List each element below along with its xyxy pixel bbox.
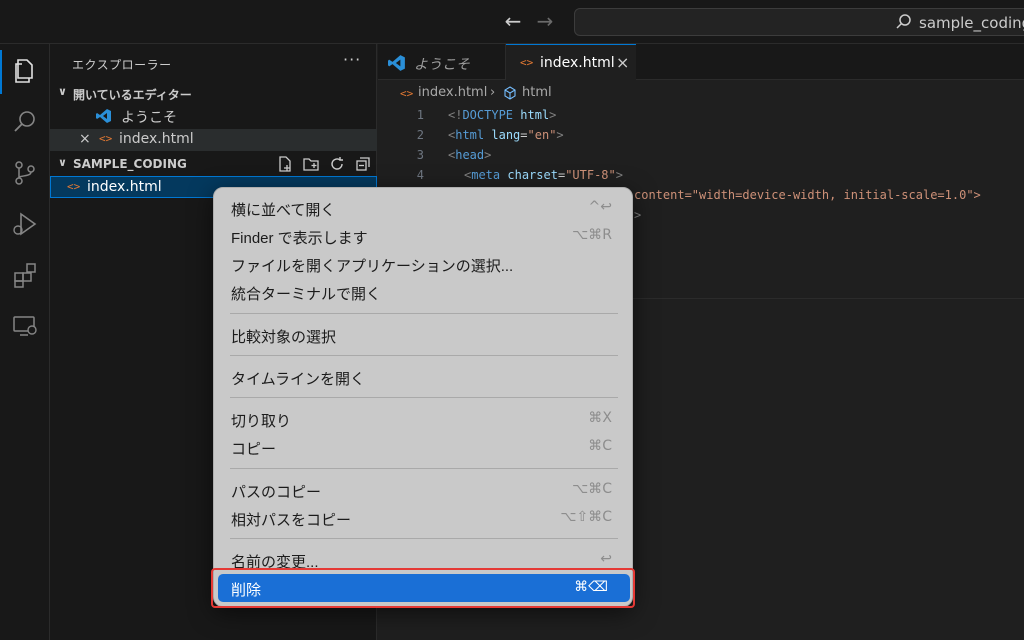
menu-separator xyxy=(230,355,618,356)
code-line-1: <!DOCTYPE html> xyxy=(448,108,557,122)
source-control-icon[interactable] xyxy=(9,157,41,189)
project-folder-header[interactable]: ∨ SAMPLE_CODING xyxy=(50,153,377,175)
menu-separator xyxy=(230,313,618,314)
menu-item-label: 横に並べて開く xyxy=(231,202,336,219)
vscode-logo-icon xyxy=(96,108,112,124)
menu-item-open-to-side[interactable]: 横に並べて開く ^↩ xyxy=(214,194,634,222)
new-file-icon[interactable] xyxy=(276,155,294,173)
line-number: 3 xyxy=(416,148,424,162)
command-center-label: sample_coding xyxy=(919,14,1024,32)
close-icon[interactable]: × xyxy=(616,53,629,72)
menu-item-shortcut: ^↩ xyxy=(588,199,612,215)
open-editor-label: ようこそ xyxy=(121,110,177,126)
code-line-4: <meta charset="UTF-8"> xyxy=(464,168,623,182)
menu-separator xyxy=(230,397,618,398)
menu-item-select-for-compare[interactable]: 比較対象の選択 xyxy=(214,321,634,349)
menu-item-label: 比較対象の選択 xyxy=(231,329,337,346)
html-file-icon: <> xyxy=(67,180,81,193)
menu-item-label: Finder で表示します xyxy=(231,230,368,247)
chevron-down-icon: ∨ xyxy=(58,85,67,98)
menu-item-shortcut: ↩ xyxy=(600,551,612,567)
close-icon[interactable]: × xyxy=(79,131,91,147)
open-editor-label: index.html xyxy=(119,131,194,147)
tab-index-html[interactable]: <> index.html × xyxy=(506,44,636,80)
file-tree-label: index.html xyxy=(87,179,162,195)
context-menu: 横に並べて開く ^↩ Finder で表示します ⌥⌘R ファイルを開くアプリケ… xyxy=(213,187,633,607)
menu-item-label: ファイルを開くアプリケーションの選択... xyxy=(231,258,514,275)
remote-explorer-icon[interactable] xyxy=(9,310,41,342)
activity-bar xyxy=(0,44,50,640)
collapse-all-icon[interactable] xyxy=(354,155,372,173)
html-file-icon: <> xyxy=(99,132,113,145)
open-editors-title: 開いているエディター xyxy=(73,88,192,102)
menu-item-open-timeline[interactable]: タイムラインを開く xyxy=(214,363,634,391)
menu-item-cut[interactable]: 切り取り ⌘X xyxy=(214,405,634,433)
html-file-icon: <> xyxy=(400,87,414,100)
extensions-icon[interactable] xyxy=(9,259,41,291)
chevron-down-icon: ∨ xyxy=(58,156,67,169)
search-icon[interactable] xyxy=(9,106,41,138)
menu-separator xyxy=(230,468,618,469)
back-button[interactable]: ← xyxy=(502,10,524,32)
menu-item-shortcut: ⌥⌘R xyxy=(572,227,612,243)
menu-item-label: 統合ターミナルで開く xyxy=(231,286,382,303)
project-folder-title: SAMPLE_CODING xyxy=(73,157,187,171)
folder-actions xyxy=(276,153,376,175)
command-center[interactable]: sample_coding xyxy=(574,8,1024,36)
refresh-icon[interactable] xyxy=(328,155,346,173)
code-line-6: > xyxy=(634,208,642,222)
tab-label: index.html xyxy=(540,55,615,71)
menu-item-label: タイムラインを開く xyxy=(231,371,365,388)
forward-button[interactable]: → xyxy=(534,10,556,32)
editor-tabs: ようこそ <> index.html × xyxy=(378,44,1024,80)
code-line-2: <html lang="en"> xyxy=(448,128,564,142)
menu-item-shortcut: ⌘X xyxy=(588,410,612,426)
menu-item-reveal-in-finder[interactable]: Finder で表示します ⌥⌘R xyxy=(214,222,634,250)
tab-welcome[interactable]: ようこそ xyxy=(378,44,506,80)
open-editors-header[interactable]: ∨ 開いているエディター xyxy=(50,82,377,104)
tab-label: ようこそ xyxy=(414,57,470,73)
menu-item-copy-path[interactable]: パスのコピー ⌥⌘C xyxy=(214,476,634,504)
menu-item-label: 相対パスをコピー xyxy=(231,512,352,529)
line-number: 2 xyxy=(416,128,424,142)
new-folder-icon[interactable] xyxy=(302,155,320,173)
code-line-3: <head> xyxy=(448,148,492,162)
line-number: 4 xyxy=(416,168,424,182)
open-editor-item-index[interactable]: × <> index.html xyxy=(50,129,377,151)
menu-item-label: パスのコピー xyxy=(231,484,322,501)
more-actions-button[interactable]: ··· xyxy=(343,50,361,69)
html-file-icon: <> xyxy=(520,56,534,69)
menu-item-open-with[interactable]: ファイルを開くアプリケーションの選択... xyxy=(214,250,634,278)
breadcrumb-symbol[interactable]: html xyxy=(522,85,552,100)
breadcrumb-file[interactable]: index.html xyxy=(418,85,487,100)
run-debug-icon[interactable] xyxy=(9,208,41,240)
search-icon xyxy=(895,13,913,31)
symbol-cube-icon xyxy=(503,86,517,100)
menu-item-shortcut: ⌘C xyxy=(588,438,612,454)
menu-item-copy[interactable]: コピー ⌘C xyxy=(214,433,634,461)
breadcrumb-separator: › xyxy=(490,85,496,100)
menu-item-label: コピー xyxy=(231,441,277,458)
title-bar: ← → sample_coding xyxy=(0,0,1024,44)
code-line-5: content="width=device-width, initial-sca… xyxy=(634,188,981,202)
menu-item-open-in-terminal[interactable]: 統合ターミナルで開く xyxy=(214,278,634,306)
line-number: 1 xyxy=(416,108,424,122)
menu-separator xyxy=(230,538,618,539)
vscode-logo-icon xyxy=(388,54,406,72)
highlight-callout xyxy=(211,568,635,608)
menu-item-shortcut: ⌥⇧⌘C xyxy=(560,509,612,525)
sidebar-title: エクスプローラー xyxy=(72,58,172,72)
menu-item-shortcut: ⌥⌘C xyxy=(572,481,612,497)
menu-item-copy-relative-path[interactable]: 相対パスをコピー ⌥⇧⌘C xyxy=(214,504,634,532)
active-indicator xyxy=(0,50,2,94)
breadcrumb: <> index.html › html xyxy=(378,80,1024,106)
open-editor-item-welcome[interactable]: ようこそ xyxy=(50,105,377,127)
menu-item-label: 切り取り xyxy=(231,413,292,430)
explorer-icon[interactable] xyxy=(9,54,41,86)
